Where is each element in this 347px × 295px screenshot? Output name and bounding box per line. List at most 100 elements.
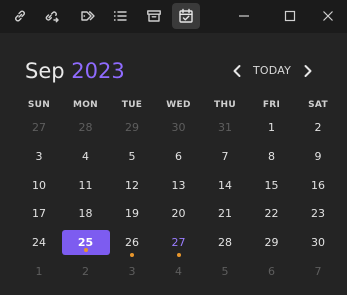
day-cell[interactable]: 8 — [248, 144, 296, 169]
maximize-icon[interactable] — [276, 3, 304, 29]
weekday-header-row: SUN MON TUE WED THU FRI SAT — [17, 100, 328, 114]
weekday-label: TUE — [121, 100, 143, 110]
day-number: 23 — [311, 207, 325, 221]
archive-icon[interactable] — [140, 3, 168, 29]
day-cell[interactable]: 20 — [155, 201, 203, 226]
year-label: 2023 — [71, 59, 125, 83]
day-cell[interactable]: 1 — [15, 259, 63, 284]
month-year-title: Sep 2023 — [25, 58, 125, 84]
day-cell[interactable]: 27 — [15, 115, 63, 140]
day-number: 28 — [218, 236, 232, 250]
day-cell[interactable]: 1 — [248, 115, 296, 140]
day-cell[interactable]: 18 — [62, 201, 110, 226]
day-number: 27 — [32, 121, 46, 134]
day-cell[interactable]: 2 — [62, 259, 110, 284]
minimize-icon[interactable] — [230, 3, 258, 29]
day-cell[interactable]: 28 — [201, 230, 249, 255]
day-cell[interactable]: 6 — [155, 144, 203, 169]
day-cell[interactable]: 15 — [248, 173, 296, 198]
day-cell[interactable]: 28 — [62, 115, 110, 140]
weekday-label: FRI — [262, 100, 281, 110]
day-number: 4 — [175, 265, 182, 278]
day-cell[interactable]: 29 — [108, 115, 156, 140]
day-number: 24 — [32, 236, 46, 250]
day-cell[interactable]: 24 — [15, 230, 63, 255]
day-cell[interactable]: 27 — [155, 230, 203, 258]
close-icon[interactable] — [314, 3, 342, 29]
day-cell[interactable]: 11 — [62, 173, 110, 198]
day-cell[interactable]: 14 — [201, 173, 249, 198]
day-cell[interactable]: 9 — [294, 144, 342, 169]
day-cell[interactable]: 22 — [248, 201, 296, 226]
day-cell[interactable]: 29 — [248, 230, 296, 255]
day-number: 9 — [314, 149, 322, 163]
chevron-left-icon — [233, 65, 241, 77]
day-cell[interactable]: 7 — [294, 259, 342, 284]
day-number: 6 — [268, 265, 275, 278]
day-number: 27 — [171, 236, 186, 250]
day-cell[interactable]: 23 — [294, 201, 342, 226]
day-number: 22 — [264, 207, 279, 221]
day-cell[interactable]: 7 — [201, 144, 249, 169]
event-dot — [83, 248, 88, 253]
day-number: 8 — [268, 149, 275, 163]
day-number: 31 — [218, 121, 232, 134]
day-cell[interactable]: 3 — [15, 144, 63, 169]
day-number: 7 — [314, 265, 322, 278]
link-arrow-icon[interactable] — [38, 3, 66, 29]
day-number: 1 — [268, 121, 275, 134]
day-number: 13 — [171, 178, 186, 192]
day-cell[interactable]: 17 — [15, 201, 63, 226]
weekday-label: SAT — [308, 100, 328, 110]
day-number: 14 — [218, 178, 232, 192]
day-cell-today[interactable]: 25 — [61, 230, 110, 256]
day-cell[interactable]: 19 — [108, 201, 156, 226]
day-number: 1 — [35, 265, 43, 278]
day-cell[interactable]: 16 — [294, 173, 342, 198]
day-cell[interactable]: 26 — [108, 230, 156, 258]
day-number: 5 — [128, 149, 136, 163]
day-cell[interactable]: 6 — [248, 259, 296, 284]
day-number: 5 — [221, 265, 229, 278]
list-icon[interactable] — [106, 3, 134, 29]
day-cell[interactable]: 30 — [155, 115, 203, 140]
day-cell[interactable]: 4 — [62, 144, 110, 169]
day-number: 3 — [35, 149, 43, 163]
day-number: 15 — [264, 178, 279, 192]
day-cell[interactable]: 10 — [15, 173, 63, 198]
day-number: 29 — [125, 121, 139, 134]
day-cell[interactable]: 5 — [108, 144, 156, 169]
previous-month-button[interactable] — [227, 61, 247, 81]
day-cell[interactable]: 21 — [201, 201, 249, 226]
event-dot — [130, 253, 134, 258]
day-cell[interactable]: 2 — [294, 115, 342, 140]
day-number: 2 — [82, 265, 89, 278]
day-cell[interactable]: 30 — [294, 230, 342, 255]
day-number: 3 — [128, 265, 136, 278]
calendar-header: Sep 2023 TODAY — [0, 52, 347, 92]
day-number: 26 — [125, 236, 139, 250]
day-number: 29 — [264, 236, 279, 250]
weekday-label: SUN — [27, 100, 51, 110]
day-cell[interactable]: 4 — [155, 259, 203, 284]
day-number: 21 — [218, 207, 232, 221]
day-grid: 27 28 29 30 31 1 2 3 4 5 6 7 8 9 10 11 12 13 14 15 16 17 18 19 2… — [17, 115, 325, 285]
tags-icon[interactable] — [74, 3, 102, 29]
weekday-label: MON — [72, 100, 99, 110]
day-number: 7 — [221, 149, 229, 163]
day-number: 19 — [125, 207, 139, 221]
today-button[interactable]: TODAY — [250, 62, 294, 80]
calendar-check-icon[interactable] — [172, 3, 200, 29]
day-cell[interactable]: 12 — [108, 173, 156, 198]
day-number: 4 — [82, 149, 89, 163]
link-icon[interactable] — [6, 3, 34, 29]
next-month-button[interactable] — [298, 61, 318, 81]
day-number: 12 — [125, 178, 139, 192]
month-label: Sep — [25, 59, 65, 83]
day-cell[interactable]: 5 — [201, 259, 249, 284]
day-cell[interactable]: 31 — [201, 115, 249, 140]
weekday-label: WED — [166, 100, 191, 110]
day-number: 30 — [311, 236, 325, 250]
day-cell[interactable]: 3 — [108, 259, 156, 284]
day-cell[interactable]: 13 — [155, 173, 203, 198]
